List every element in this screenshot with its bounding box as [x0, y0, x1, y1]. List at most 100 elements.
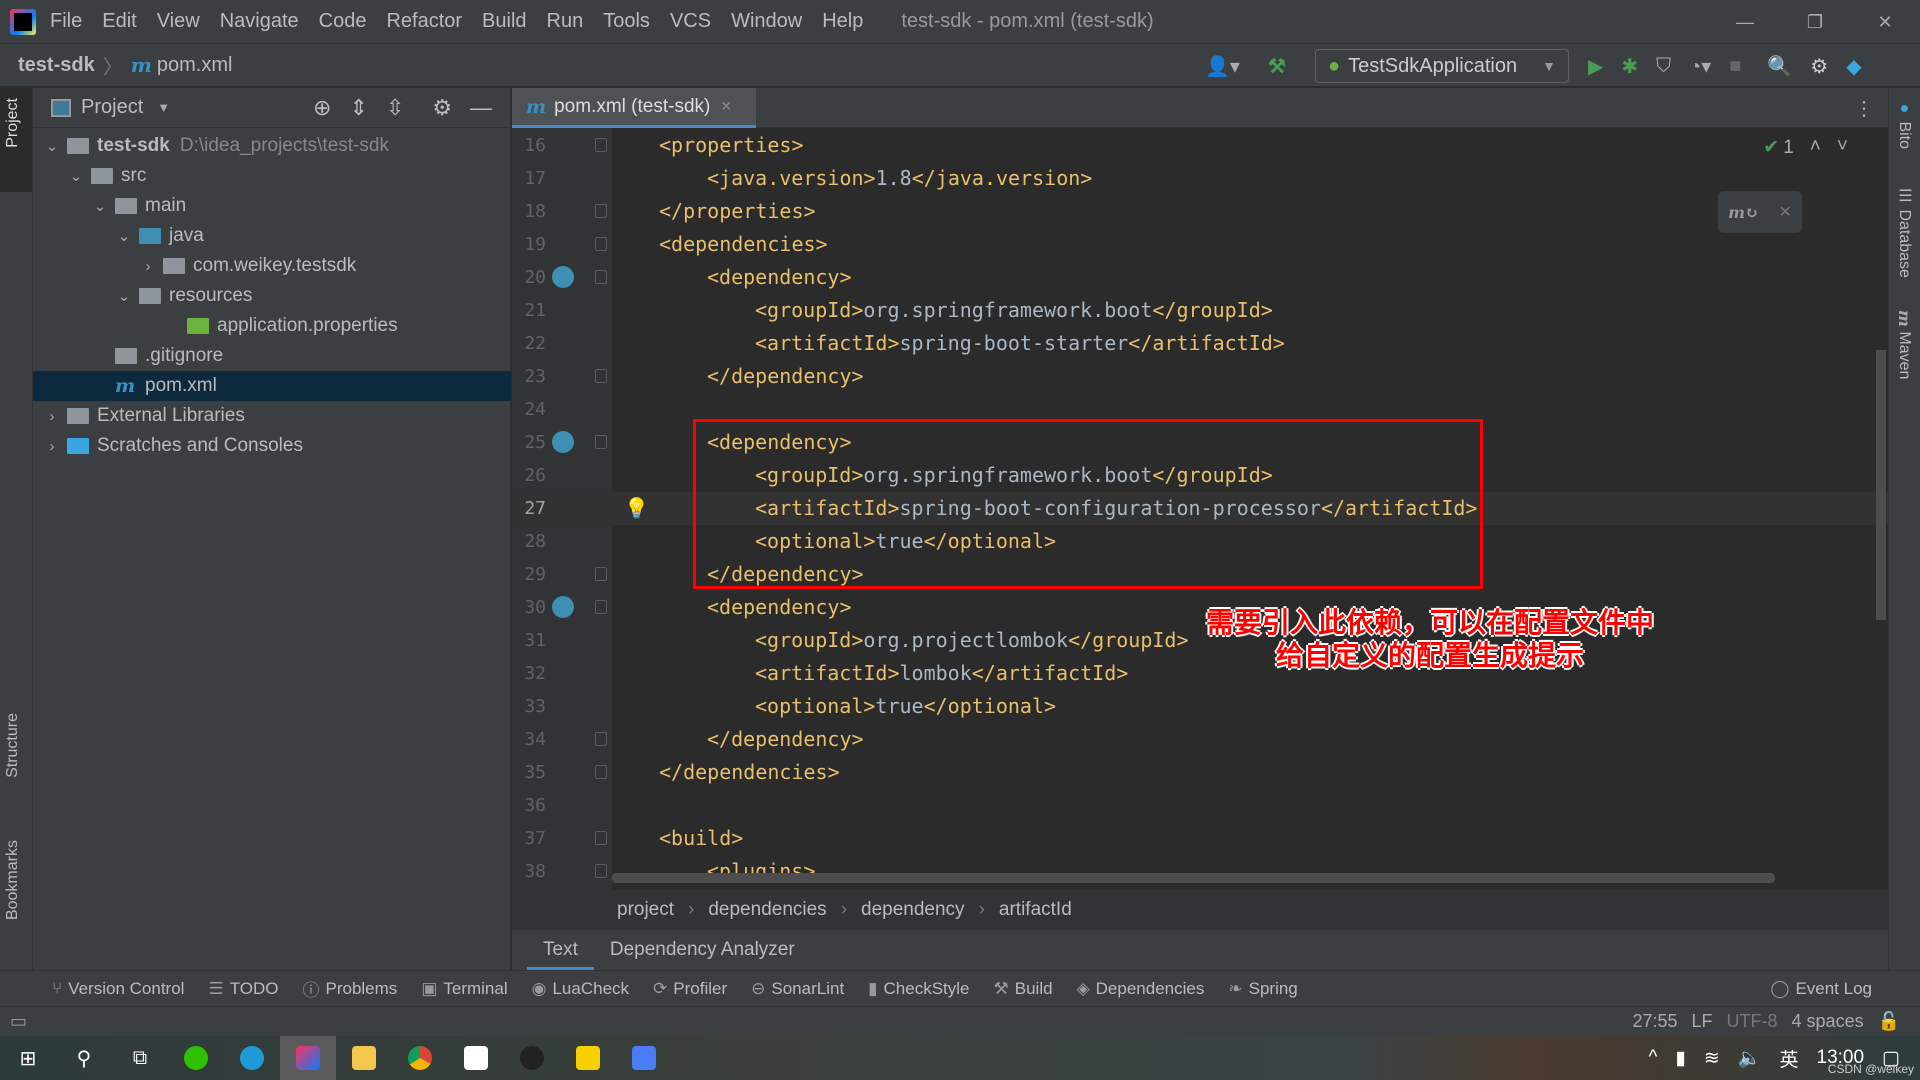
nav-file[interactable]: pom.xml	[157, 54, 233, 77]
settings-gear-icon[interactable]: ⚙	[1810, 54, 1828, 79]
breadcrumb-item[interactable]: dependencies	[708, 899, 826, 921]
tool-version-control[interactable]: ⑂ Version Control	[52, 979, 184, 999]
chevron-down-icon[interactable]: ▼	[157, 100, 170, 115]
menu-build[interactable]: Build	[482, 10, 526, 33]
caret-position[interactable]: 27:55	[1632, 1011, 1677, 1032]
start-icon[interactable]: ⊞	[0, 1036, 56, 1080]
debug-icon[interactable]: ✱	[1621, 54, 1638, 79]
search-icon[interactable]: 🔍	[1767, 54, 1792, 79]
next-highlight-icon[interactable]: ˅	[1837, 136, 1848, 159]
tab-pom-xml[interactable]: m pom.xml (test-sdk) ✕	[512, 88, 756, 128]
chevron-down-icon[interactable]: ⌄	[43, 137, 61, 155]
tree-item[interactable]: ⌄ test-sdk D:\idea_projects\test-sdk	[33, 131, 511, 161]
tree-item[interactable]: › com.weikey.testsdk	[33, 251, 511, 281]
breadcrumb-item[interactable]: artifactId	[999, 899, 1072, 921]
fold-marker-icon[interactable]	[595, 237, 607, 251]
code-line[interactable]: 37 <build>	[512, 822, 1888, 855]
menu-file[interactable]: File	[50, 10, 82, 33]
code-line[interactable]: 36	[512, 789, 1888, 822]
fold-marker-icon[interactable]	[595, 270, 607, 284]
tool-build[interactable]: ⚒ Build	[994, 979, 1053, 999]
tool-luacheck[interactable]: ◉ LuaCheck	[532, 979, 629, 999]
run-configuration-select[interactable]: ● TestSdkApplication ▼	[1315, 49, 1569, 83]
structure-tool-tab[interactable]: Structure	[4, 713, 22, 778]
code-line[interactable]: 34 </dependency>	[512, 723, 1888, 756]
lock-icon[interactable]: 🔓	[1878, 1011, 1900, 1032]
code-line[interactable]: 18 </properties>	[512, 195, 1888, 228]
close-tab-icon[interactable]: ✕	[720, 98, 732, 115]
fold-marker-icon[interactable]	[595, 831, 607, 845]
fold-marker-icon[interactable]	[595, 435, 607, 449]
tool-sonarlint[interactable]: ⊖ SonarLint	[751, 979, 844, 999]
tree-item[interactable]: ⌄ src	[33, 161, 511, 191]
lightbulb-icon[interactable]: 💡	[624, 492, 649, 525]
notes-app-icon[interactable]	[616, 1036, 672, 1080]
toggle-tool-windows-icon[interactable]: ▭	[10, 1011, 27, 1032]
chevron-down-icon[interactable]: ⌄	[115, 227, 133, 245]
code-line[interactable]: 22 <artifactId>spring-boot-starter</artif…	[512, 327, 1888, 360]
tool-problems[interactable]: ⓘ Problems	[303, 976, 398, 1001]
chrome-icon[interactable]	[392, 1036, 448, 1080]
expand-all-icon[interactable]: ⇕	[349, 95, 367, 121]
tab-text[interactable]: Text	[527, 930, 594, 970]
breadcrumb-item[interactable]: project	[617, 899, 674, 921]
tab-dependency-analyzer[interactable]: Dependency Analyzer	[594, 930, 811, 970]
bito-tool-tab[interactable]: ● Bito	[1895, 100, 1913, 149]
tool-checkstyle[interactable]: ▮ CheckStyle	[868, 979, 969, 999]
typora-icon[interactable]	[448, 1036, 504, 1080]
account-icon[interactable]: 👤▾	[1205, 54, 1240, 79]
menu-help[interactable]: Help	[822, 10, 863, 33]
dependency-gutter-icon[interactable]	[552, 596, 574, 618]
vertical-scrollbar[interactable]	[1876, 350, 1886, 620]
line-separator[interactable]: LF	[1692, 1011, 1713, 1032]
hide-panel-icon[interactable]: —	[470, 95, 492, 121]
fold-marker-icon[interactable]	[595, 138, 607, 152]
fold-marker-icon[interactable]	[595, 204, 607, 218]
tree-item[interactable]: › Scratches and Consoles	[33, 431, 511, 461]
menu-navigate[interactable]: Navigate	[220, 10, 299, 33]
menu-vcs[interactable]: VCS	[670, 10, 711, 33]
menu-code[interactable]: Code	[319, 10, 367, 33]
database-tool-tab[interactable]: ☰ Database	[1895, 186, 1914, 278]
fold-marker-icon[interactable]	[595, 765, 607, 779]
menu-edit[interactable]: Edit	[102, 10, 136, 33]
volume-icon[interactable]: 🔈	[1738, 1046, 1762, 1070]
restore-button[interactable]: ❐	[1780, 0, 1850, 44]
maven-tool-tab[interactable]: m Maven	[1895, 310, 1914, 379]
chevron-down-icon[interactable]: ⌄	[91, 197, 109, 215]
coverage-icon[interactable]: ⛉	[1656, 55, 1671, 78]
plugin-icon[interactable]: ◆	[1846, 54, 1861, 79]
dependency-gutter-icon[interactable]	[552, 431, 574, 453]
nav-project[interactable]: test-sdk	[18, 54, 95, 77]
menu-window[interactable]: Window	[731, 10, 802, 33]
wifi-icon[interactable]: ≋	[1704, 1047, 1720, 1070]
tool-spring[interactable]: ❧ Spring	[1228, 979, 1297, 999]
tool-dependencies[interactable]: ◈ Dependencies	[1077, 979, 1205, 999]
tool-todo[interactable]: ☰ TODO	[208, 979, 278, 999]
dependency-gutter-icon[interactable]	[552, 266, 574, 288]
github-icon[interactable]	[504, 1036, 560, 1080]
code-line[interactable]: 21 <groupId>org.springframework.boot</gro…	[512, 294, 1888, 327]
code-line[interactable]: 38 <plugins>	[512, 855, 1888, 888]
chevron-right-icon[interactable]: ›	[43, 438, 61, 455]
tool-profiler[interactable]: ⟳ Profiler	[653, 979, 727, 999]
chevron-down-icon[interactable]: ⌄	[115, 287, 133, 305]
bookmarks-tool-tab[interactable]: Bookmarks	[4, 840, 22, 920]
tree-item[interactable]: ⌄ resources	[33, 281, 511, 311]
panel-settings-gear-icon[interactable]: ⚙	[432, 95, 452, 121]
chevron-right-icon[interactable]: ›	[139, 258, 157, 275]
tree-item[interactable]: ⌄ java	[33, 221, 511, 251]
minimize-button[interactable]: —	[1710, 0, 1780, 44]
chevron-down-icon[interactable]: ⌄	[67, 167, 85, 185]
locate-file-icon[interactable]: ⊕	[313, 95, 331, 121]
file-encoding[interactable]: UTF-8	[1727, 1011, 1778, 1032]
project-tool-tab[interactable]: Project	[4, 98, 22, 148]
close-button[interactable]: ✕	[1850, 0, 1920, 44]
previous-highlight-icon[interactable]: ˄	[1810, 136, 1821, 159]
ime-indicator[interactable]: 英	[1779, 1045, 1798, 1072]
code-line[interactable]: 17 <java.version>1.8</java.version>	[512, 162, 1888, 195]
breadcrumb-item[interactable]: dependency	[861, 899, 965, 921]
menu-refactor[interactable]: Refactor	[386, 10, 462, 33]
tree-item[interactable]: ⌄ main	[33, 191, 511, 221]
chevron-right-icon[interactable]: ›	[43, 408, 61, 425]
